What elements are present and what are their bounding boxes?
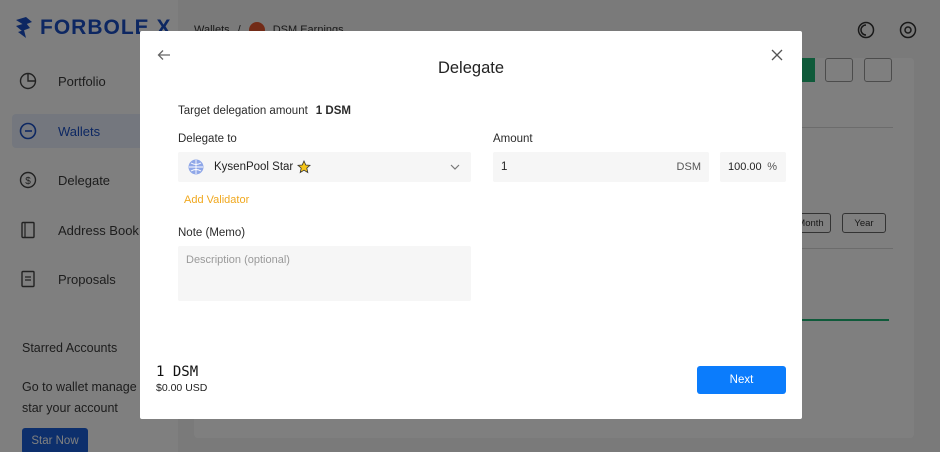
- target-delegation-value: 1 DSM: [315, 105, 351, 117]
- next-button[interactable]: Next: [697, 366, 786, 394]
- percent-input[interactable]: [728, 152, 762, 182]
- target-delegation-row: Target delegation amount 1 DSM: [178, 105, 351, 117]
- delegate-to-label: Delegate to: [178, 133, 237, 145]
- amount-label: Amount: [493, 133, 533, 145]
- percent-sign: %: [767, 161, 777, 173]
- chevron-down-icon: [450, 164, 460, 170]
- total-amount: 1 DSM: [156, 364, 199, 380]
- total-usd-value: $0.00 USD: [156, 382, 208, 394]
- memo-label: Note (Memo): [178, 227, 246, 239]
- amount-input[interactable]: [501, 152, 661, 182]
- validator-name: KysenPool Star: [214, 161, 294, 173]
- add-validator-link[interactable]: Add Validator: [184, 194, 249, 206]
- dialog-title: Delegate: [437, 59, 505, 77]
- validator-avatar: [188, 159, 204, 175]
- star-icon: [297, 160, 312, 174]
- memo-textarea[interactable]: [178, 246, 471, 301]
- target-delegation-label: Target delegation amount: [178, 105, 308, 117]
- amount-unit: DSM: [676, 161, 701, 173]
- percent-field: %: [720, 152, 786, 182]
- amount-field: DSM: [493, 152, 709, 182]
- delegate-dialog: Delegate Target delegation amount 1 DSM …: [140, 31, 802, 419]
- validator-select[interactable]: KysenPool Star: [178, 152, 471, 182]
